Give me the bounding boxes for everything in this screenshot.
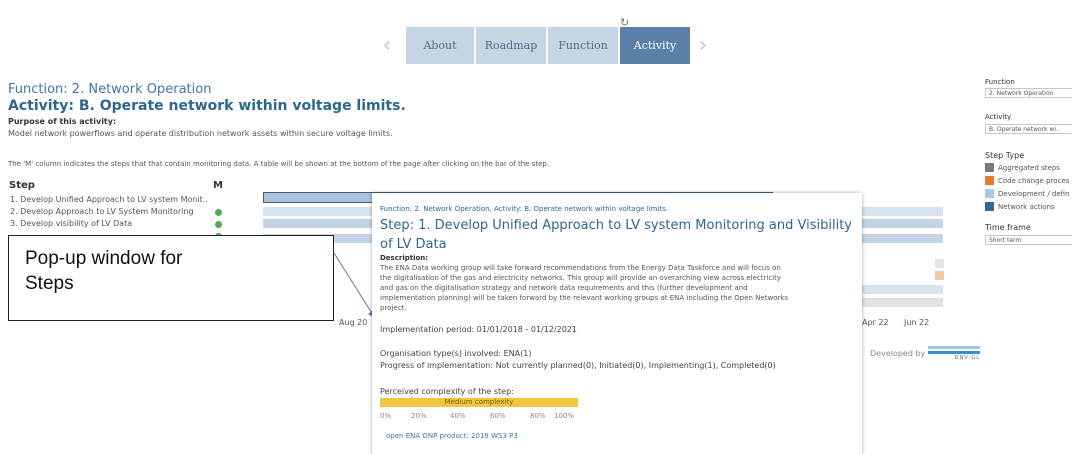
scale-tick-label: 100% xyxy=(554,412,575,420)
description-line: project. xyxy=(380,304,407,312)
popup-step-title: Step: 1. Develop Unified Approach to LV … xyxy=(380,218,853,252)
step-popup: Function: 2. Network Operation, Activity… xyxy=(372,193,862,454)
function-filter-select[interactable]: 2. Network Operation xyxy=(985,88,1072,98)
legend-swatch xyxy=(985,202,994,211)
scale-tick-label: 40% xyxy=(450,412,466,420)
developed-by-label: Developed by xyxy=(870,349,926,358)
popup-progress: Progress of implementation: Not currentl… xyxy=(380,361,776,370)
dnv-gl-logo: DNV·GL xyxy=(928,346,980,361)
legend-item[interactable]: Code change proces xyxy=(985,176,1069,185)
description-line: implementation planning) will be taken f… xyxy=(380,294,789,302)
description-line: The ENA Data working group will take for… xyxy=(380,264,781,272)
popup-product-link[interactable]: open ENA ONP product: 2018 WS3 P3 xyxy=(386,432,854,440)
popup-subtitle: Function: 2. Network Operation, Activity… xyxy=(380,205,668,213)
popup-complexity-label: Perceived complexity of the step: xyxy=(380,387,514,396)
description-line: and gas on the digitalisation strategy a… xyxy=(380,284,748,292)
legend-item[interactable]: Development / defin xyxy=(985,189,1070,198)
popup-organisation-types: Organisation type(s) involved: ENA(1) xyxy=(380,349,532,358)
timeframe-label: Time frame xyxy=(985,223,1031,232)
select-value: Short term xyxy=(989,237,1022,244)
legend-item[interactable]: Aggregated steps xyxy=(985,163,1060,172)
legend-swatch xyxy=(985,163,994,172)
popup-complexity-bar: Medium complexity xyxy=(380,398,578,407)
timeframe-select[interactable]: Short term xyxy=(985,235,1072,245)
activity-filter-select[interactable]: B. Operate network wi.. xyxy=(985,124,1072,134)
popup-description-label: Description: xyxy=(380,254,429,262)
legend-label: Network actions xyxy=(998,202,1055,211)
select-value: B. Operate network wi.. xyxy=(989,126,1060,133)
scale-tick-label: 60% xyxy=(490,412,506,420)
scale-tick-label: 80% xyxy=(530,412,546,420)
select-value: 2. Network Operation xyxy=(989,90,1054,97)
legend-swatch xyxy=(985,189,994,198)
logo-text: DNV·GL xyxy=(954,355,980,361)
popup-description: The ENA Data working group will take for… xyxy=(380,263,854,313)
scale-tick-label: 20% xyxy=(411,412,427,420)
legend-item[interactable]: Network actions xyxy=(985,202,1055,211)
legend-label: Development / defin xyxy=(998,189,1070,198)
function-filter-label: Function xyxy=(985,78,1015,86)
legend-label: Code change proces xyxy=(998,176,1070,185)
description-line: the digitalisation of the gas and electr… xyxy=(380,274,782,282)
popup-complexity-scale: 0% 20% 40% 60% 80% 100% xyxy=(380,412,585,422)
activity-filter-label: Activity xyxy=(985,113,1012,121)
popup-implementation-period: Implementation period: 01/01/2018 - 01/1… xyxy=(380,325,577,334)
scale-tick-label: 0% xyxy=(380,412,392,420)
legend-swatch xyxy=(985,176,994,185)
step-type-label: Step Type xyxy=(985,151,1025,160)
legend-label: Aggregated steps xyxy=(998,163,1060,172)
